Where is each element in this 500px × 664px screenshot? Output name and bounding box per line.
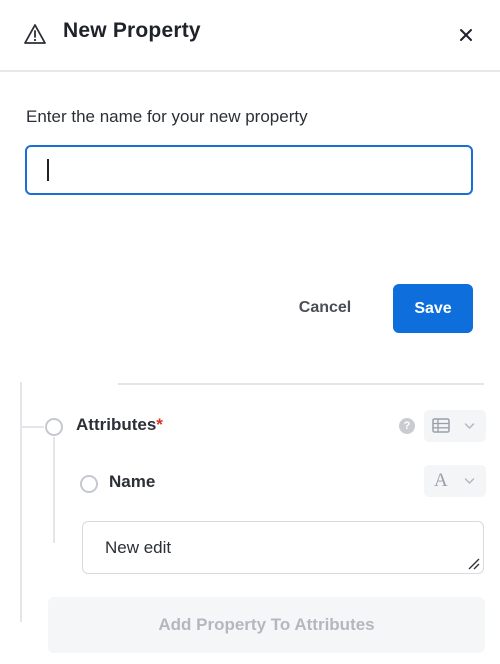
name-property-label: Name: [109, 472, 156, 491]
tree-connector: [53, 437, 55, 543]
add-property-button[interactable]: Add Property To Attributes: [48, 597, 485, 653]
required-marker: *: [156, 415, 163, 434]
chevron-down-icon: [464, 423, 475, 429]
name-type-select[interactable]: A: [424, 465, 486, 497]
divider: [118, 383, 484, 385]
modal-header: New Property: [0, 0, 500, 72]
help-icon[interactable]: ?: [399, 418, 415, 434]
resize-handle-icon[interactable]: [466, 556, 480, 570]
table-icon: [432, 418, 450, 433]
property-name-input[interactable]: [25, 145, 473, 195]
attributes-label: Attributes*: [76, 415, 163, 435]
warning-triangle-icon: [24, 24, 46, 44]
name-radio[interactable]: [80, 475, 98, 493]
cancel-button[interactable]: Cancel: [283, 284, 367, 332]
text-type-icon: A: [434, 470, 448, 491]
save-button[interactable]: Save: [393, 284, 473, 333]
property-name-prompt: Enter the name for your new property: [26, 107, 308, 126]
modal-title: New Property: [63, 19, 201, 42]
tree-connector: [20, 426, 44, 428]
name-value-textarea[interactable]: New edit: [82, 521, 484, 574]
tree-connector: [20, 382, 22, 622]
attributes-label-text: Attributes: [76, 415, 157, 434]
name-value-text: New edit: [105, 538, 172, 557]
close-icon[interactable]: [455, 24, 477, 46]
text-caret: [47, 159, 49, 181]
chevron-down-icon: [464, 478, 475, 484]
attributes-radio[interactable]: [45, 418, 63, 436]
attributes-type-select[interactable]: [424, 410, 486, 442]
